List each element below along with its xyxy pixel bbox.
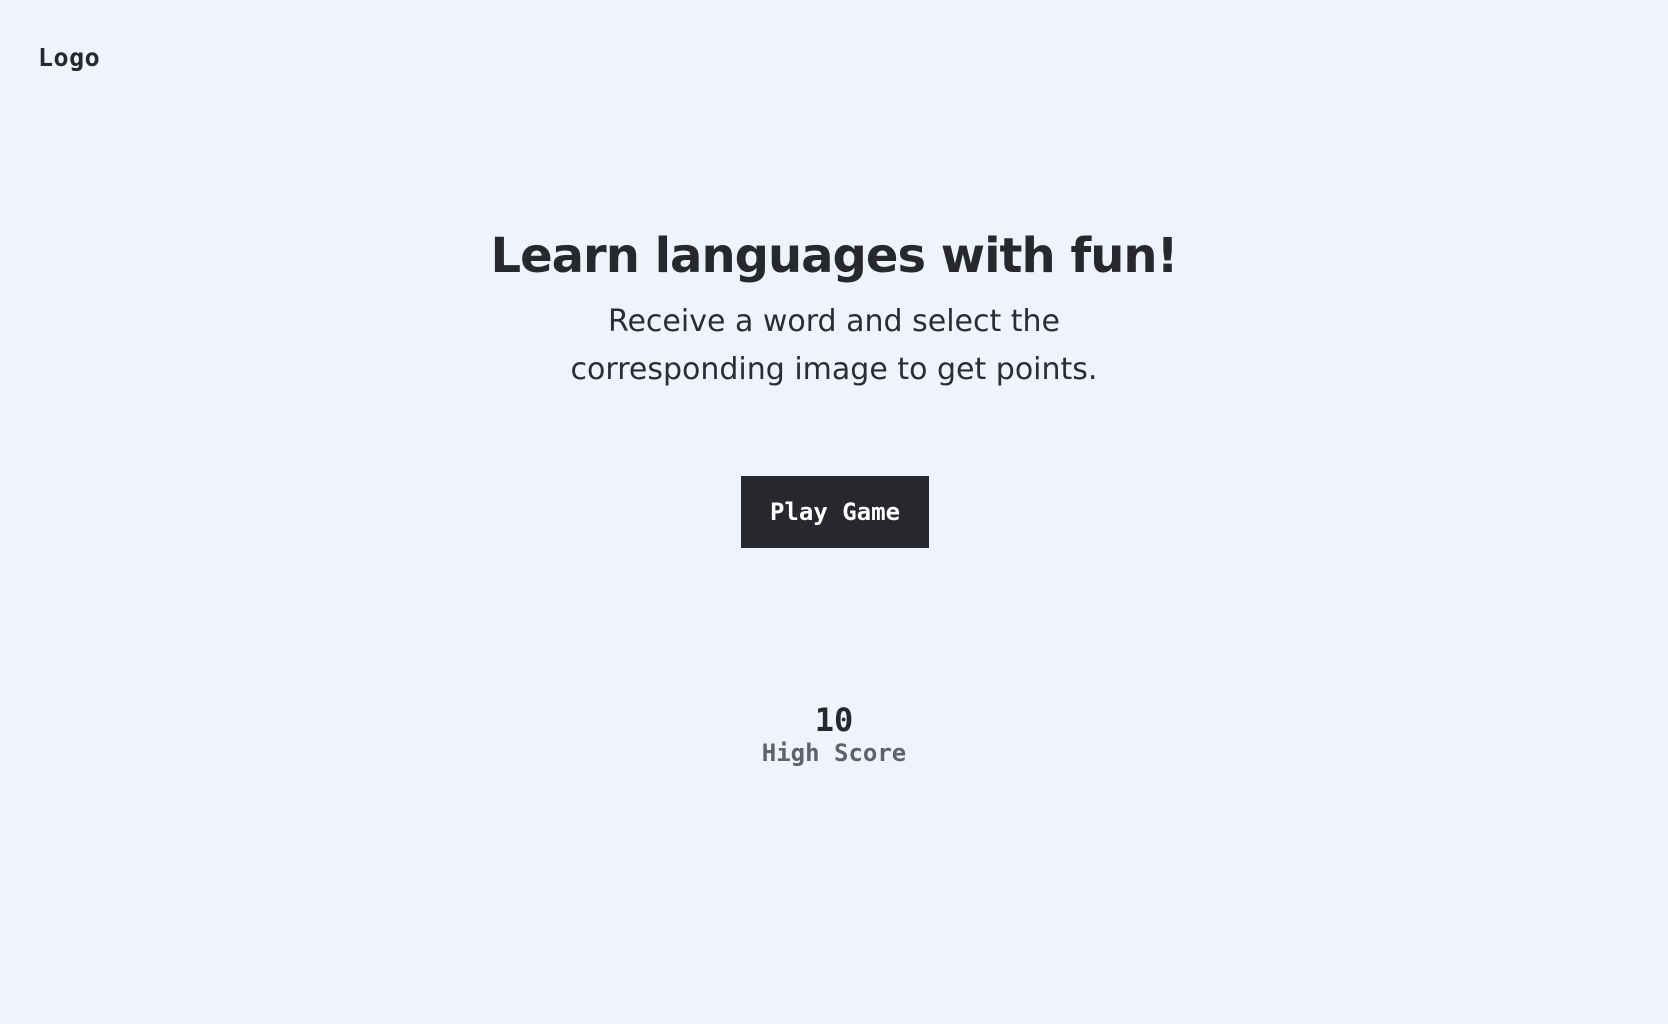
hero-section: Learn languages with fun! Receive a word…: [0, 222, 1668, 394]
logo[interactable]: Logo: [38, 42, 100, 74]
play-game-button[interactable]: Play Game: [741, 476, 929, 548]
high-score: 10 High Score: [0, 700, 1668, 768]
high-score-value: 10: [814, 701, 854, 739]
high-score-label: High Score: [761, 739, 907, 767]
page-subtitle: Receive a word and select the correspond…: [570, 304, 1098, 387]
page-title: Learn languages with fun!: [490, 228, 1179, 284]
